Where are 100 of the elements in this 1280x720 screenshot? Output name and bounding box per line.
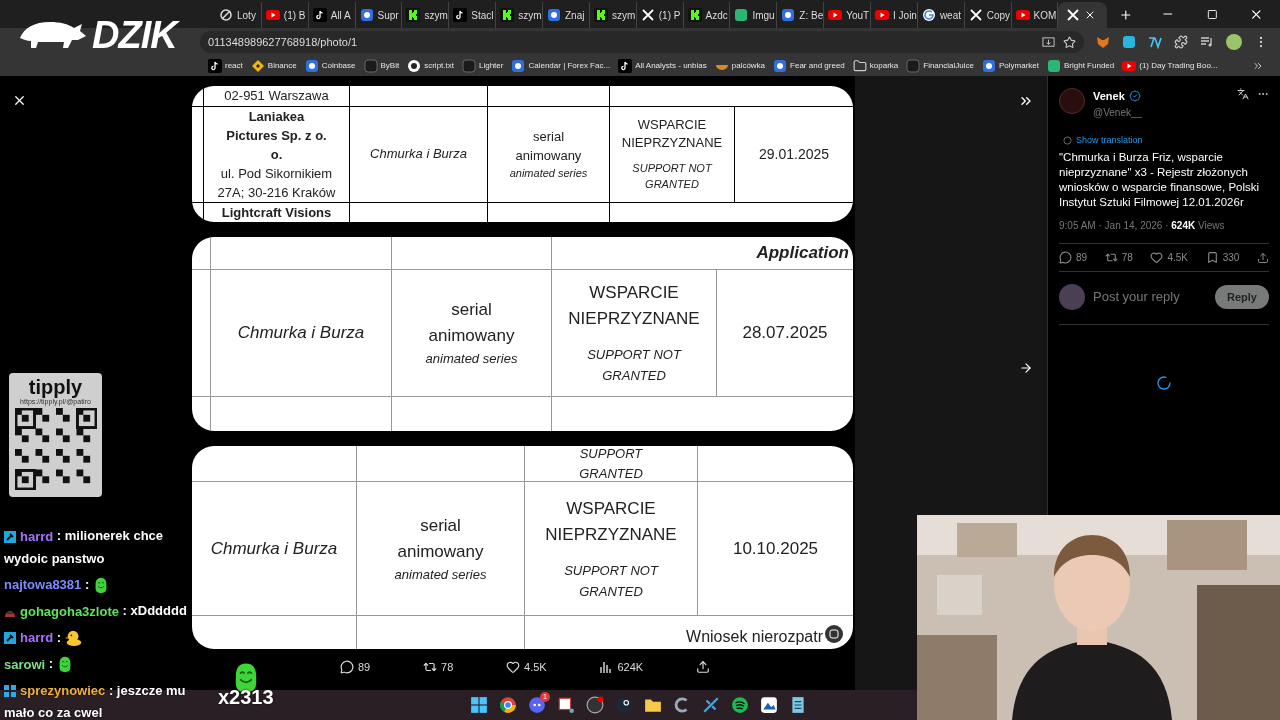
square-icon [547,8,561,22]
tab-title: weat [939,8,961,23]
bookmark[interactable]: (1) Day Trading Boo... [1122,59,1218,73]
tab-title: (1) P [658,8,681,23]
company-name: Laniakea Pictures Sp. z o. o. [225,107,328,164]
company-address: ul. Pod Sikornikiem 27A; 30-216 Kraków [216,164,337,202]
chat-message: harrd : [4,626,196,650]
folder-icon[interactable] [644,696,662,714]
repost-count: 78 [441,660,454,675]
bookmark[interactable]: Lighter [462,59,504,73]
status-english: SUPPORT NOT GRANTED [631,161,714,192]
bookmark[interactable]: All Analysts - unbias [618,59,707,73]
tab-title: I Join [893,8,917,23]
show-translation-link[interactable]: Show translation [1076,133,1143,147]
edit-image-icon[interactable] [825,625,843,643]
type-text: serial animowany [396,514,485,563]
more-bookmarks-icon[interactable] [1252,60,1264,72]
reply-button[interactable]: Reply [1215,285,1269,309]
chat-username: harrd [20,629,54,648]
music-app-icon[interactable] [731,696,749,714]
x-logo-icon [968,8,983,22]
x-logo-icon [640,8,655,22]
sub-counter: x2313 [218,688,274,706]
close-icon[interactable] [12,93,27,108]
date-text: 10.10.2025 [732,537,819,560]
note-icon [453,8,468,22]
install-icon[interactable] [1042,35,1055,49]
type-text: serial animowany [514,127,583,165]
type-english: animated series [509,165,588,181]
chat-app-icon[interactable] [528,696,546,714]
extensions-icon[interactable] [1174,35,1188,49]
share-icon[interactable] [1256,251,1269,264]
square-icon [363,59,378,73]
note-icon [618,59,633,73]
k-logo-icon [687,8,702,22]
tab-title: Copy [986,8,1011,23]
fox-icon[interactable] [1096,35,1110,49]
bookmark[interactable]: FinancialJuice [906,59,974,73]
status-text: WSPARCIE NIEPRZYZNANE [620,116,724,152]
maximize-icon[interactable] [1206,9,1218,20]
video-play-icon [1015,8,1030,22]
reply-count: 89 [358,660,371,675]
type-text: serial animowany [427,299,516,348]
reply-field[interactable]: Post your reply [1093,287,1208,307]
folder-icon [852,59,867,73]
video-play-icon [265,8,280,22]
like-icon[interactable] [506,660,521,675]
film-title: Chmurka i Burza [370,145,467,164]
chat-message: sarowi : [4,653,196,676]
star-icon[interactable] [1063,35,1076,49]
film-title: Chmurka i Burza [210,537,338,560]
bookmark[interactable]: koparka [852,59,899,73]
bookmark-count: 330 [1222,251,1240,265]
notepad-icon[interactable] [789,696,807,714]
media-icon[interactable] [1200,35,1214,49]
k-logo-icon [500,8,515,22]
chat-message: najtowa8381 : [4,573,196,597]
tv-logo-icon[interactable] [1148,35,1162,49]
record-icon[interactable] [586,696,604,714]
bookmark[interactable]: Calendar | Forex Fac... [511,59,611,73]
bookmark[interactable]: react [208,59,243,73]
browser-tab[interactable] [1058,2,1108,28]
browser-icon[interactable] [499,696,517,714]
bookmark[interactable]: Bright Funded [1046,59,1115,73]
bookmark[interactable]: Polymarket [981,59,1039,73]
square-icon[interactable] [1122,35,1136,49]
url-text: 011348989627768918/photo/1 [208,34,359,50]
square-icon [773,59,788,73]
g-logo-icon [921,8,936,22]
bookmark[interactable]: Coinbase [304,59,356,73]
profile-avatar[interactable] [1226,34,1242,50]
bookmark[interactable]: script.txt [407,59,454,73]
k-logo-icon [406,8,421,22]
windows-start-icon[interactable] [470,696,488,714]
status-english: SUPPORT NOT GRANTED [586,346,683,385]
snipping-tool-icon[interactable] [557,696,575,714]
square-icon [981,59,996,73]
chat-message: gohagoha3zlote : xDddddd [4,600,196,623]
square-icon [781,8,796,22]
hammer-badge-icon [4,632,16,645]
address-bar[interactable]: 011348989627768918/photo/1 [200,31,1084,53]
bookmark[interactable]: Binance [250,59,297,73]
next-arrow-icon[interactable] [1019,361,1033,375]
grid-badge-icon [4,685,16,698]
mountain-app-icon[interactable] [760,696,778,714]
author-handle: @Venek__ [1093,105,1144,120]
share-icon[interactable] [695,660,710,675]
tab-title: szym [611,8,636,23]
bookmark[interactable]: Fear and greed [773,59,845,73]
bookmark[interactable]: ByBit [363,59,400,73]
qr-code-icon [14,408,97,490]
bookmark-icon[interactable] [1205,251,1219,264]
tip-brand: tipply [28,376,83,398]
note-icon [208,59,222,73]
status-text: WSPARCIE NIEPRZYZNANE [567,282,701,330]
views-icon[interactable] [599,660,614,675]
tweet-meta: 9:05 AM · Jan 14, 2026 · 624K Views [1059,219,1226,233]
tweet-text: "Chmurka i Burza Friz, wsparcie nieprzyznane" x3 - Rejestr złożonych wniosków o wsparcie finansowe, Polski Instytut Sztuki Filmowej 12.01.2026r [1059,150,1261,210]
bookmark[interactable]: palcówka [714,59,766,73]
tab-title: Loty [237,8,256,23]
